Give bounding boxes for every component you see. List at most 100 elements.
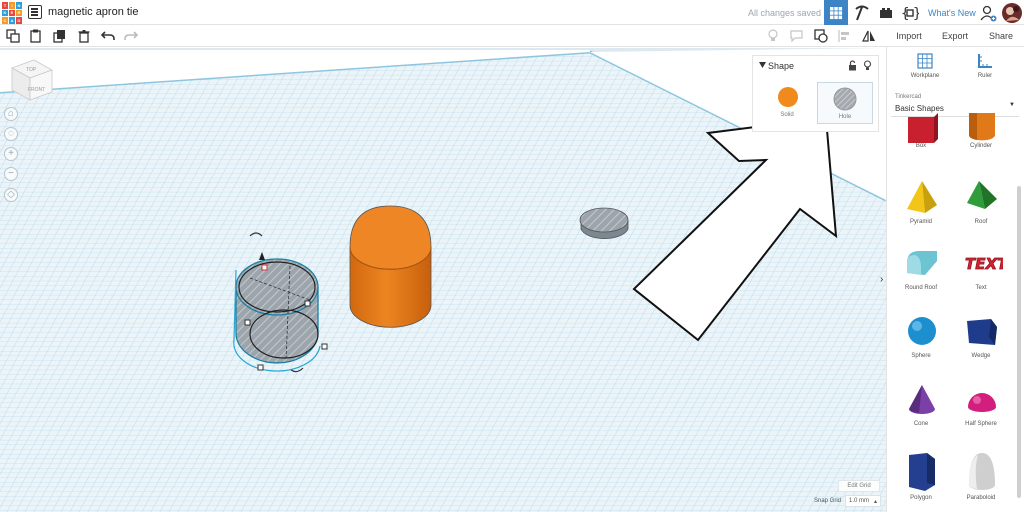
- shape-pyramid[interactable]: Pyramid: [891, 179, 951, 241]
- pickaxe-icon[interactable]: [850, 0, 874, 25]
- polygon-icon: [909, 453, 935, 491]
- collapse-triangle-icon[interactable]: [759, 62, 766, 69]
- logo-letter: R: [16, 9, 22, 16]
- viewcube-front-label: FRONT: [28, 87, 46, 93]
- codeblocks-icon[interactable]: {}: [898, 0, 922, 25]
- shape-sphere[interactable]: Sphere: [891, 315, 951, 377]
- mirror-icon[interactable]: [862, 29, 876, 43]
- library-category: Tinkercad: [895, 94, 922, 100]
- fit-view-icon[interactable]: ◌: [4, 127, 18, 141]
- add-user-icon[interactable]: [976, 0, 1000, 25]
- delete-icon[interactable]: [77, 29, 91, 43]
- comment-icon[interactable]: [790, 29, 804, 43]
- paraboloid-icon: [969, 453, 995, 490]
- logo-letter: T: [2, 2, 8, 9]
- shape-wedge[interactable]: Wedge: [951, 315, 1011, 377]
- panel-scrollbar[interactable]: [1017, 186, 1021, 498]
- shape-round-roof[interactable]: Round Roof: [891, 247, 951, 309]
- light-bulb-icon[interactable]: [863, 60, 872, 71]
- note-light-icon[interactable]: [766, 29, 780, 43]
- whats-new-link[interactable]: What's New: [928, 8, 976, 18]
- inspector-title: Shape: [768, 61, 795, 71]
- file-actions: Import Export Share: [886, 25, 1024, 47]
- box-icon: [908, 113, 938, 143]
- paste-icon[interactable]: [29, 29, 43, 43]
- hole-label: Hole: [838, 114, 852, 120]
- shape-paraboloid[interactable]: Paraboloid: [951, 451, 1011, 512]
- shape-label: Cone: [913, 421, 929, 427]
- shape-label: Text: [975, 285, 987, 291]
- text-shape-glyphs: TEXT: [965, 255, 1003, 273]
- snap-grid-label: Snap Grid: [814, 498, 842, 504]
- workplane-label: Workplane: [910, 73, 940, 79]
- shape-label: Roof: [974, 219, 988, 225]
- small-hole-disc[interactable]: [579, 207, 629, 239]
- text-icon: TEXT: [965, 255, 1003, 274]
- export-button[interactable]: Export: [932, 25, 978, 46]
- shape-cone[interactable]: Cone: [891, 383, 951, 445]
- edit-grid-button[interactable]: Edit Grid: [838, 480, 880, 492]
- wedge-icon: [967, 319, 997, 345]
- shape-polygon[interactable]: Polygon: [891, 451, 951, 512]
- logo-letter: E: [9, 9, 15, 16]
- snap-grid-select[interactable]: 1.0 mm ▴: [845, 495, 881, 507]
- zoom-out-icon[interactable]: −: [4, 167, 18, 181]
- orange-cylinder-shape[interactable]: [349, 205, 432, 328]
- collapse-panel-chevron-icon[interactable]: ›: [880, 274, 883, 285]
- import-button[interactable]: Import: [886, 25, 932, 46]
- copy-icon[interactable]: [6, 29, 20, 43]
- undo-icon[interactable]: [101, 29, 115, 43]
- tinkercad-logo[interactable]: T I N K E R C A D: [2, 2, 22, 24]
- cone-icon: [909, 385, 935, 414]
- hole-option[interactable]: Hole: [817, 82, 873, 124]
- shape-label: Round Roof: [904, 285, 938, 291]
- caret-down-icon: ▼: [1009, 102, 1015, 108]
- design-menu-icon[interactable]: [28, 5, 42, 19]
- zoom-in-icon[interactable]: +: [4, 147, 18, 161]
- shapes-panel: Workplane Ruler Tinkercad Basic Shapes ▼…: [886, 47, 1024, 512]
- avatar[interactable]: [1000, 0, 1024, 25]
- workplane-tool[interactable]: Workplane: [895, 53, 955, 79]
- design-title[interactable]: magnetic apron tie: [48, 6, 139, 18]
- snap-grid-value: 1.0 mm: [849, 498, 870, 504]
- shape-text[interactable]: TEXT Text: [951, 247, 1011, 309]
- shape-label: Polygon: [910, 495, 932, 501]
- redo-icon[interactable]: [124, 29, 138, 43]
- sphere-icon: [908, 317, 936, 345]
- solid-option[interactable]: Solid: [761, 82, 813, 122]
- shape-label: Half Sphere: [965, 421, 997, 427]
- solid-label: Solid: [780, 112, 794, 118]
- save-status: All changes saved: [748, 8, 822, 18]
- logo-letter: N: [16, 2, 22, 9]
- shape-roof[interactable]: Roof: [951, 179, 1011, 241]
- logo-letter: C: [2, 17, 8, 24]
- ruler-icon: [978, 54, 992, 68]
- ruler-label: Ruler: [977, 73, 993, 79]
- shape-label: Wedge: [971, 353, 991, 359]
- bricks-icon[interactable]: [874, 0, 898, 25]
- align-icon[interactable]: [838, 29, 852, 43]
- hole-swatch: [833, 87, 857, 111]
- svg-text:}: }: [913, 6, 919, 21]
- panel-tools: Workplane Ruler: [887, 47, 1024, 87]
- group-icon[interactable]: [814, 29, 828, 43]
- edit-toolbar: [0, 25, 886, 47]
- library-name: Basic Shapes: [895, 104, 944, 113]
- shape-half-sphere[interactable]: Half Sphere: [951, 383, 1011, 445]
- shape-label: Box: [915, 143, 927, 149]
- top-bar: T I N K E R C A D magnetic apron tie All…: [0, 0, 1024, 25]
- home-view-icon[interactable]: ⌂: [4, 107, 18, 121]
- tinkercad-editor: T I N K E R C A D magnetic apron tie All…: [0, 0, 1024, 512]
- shape-cylinder[interactable]: Cylinder: [951, 113, 1011, 175]
- ruler-tool[interactable]: Ruler: [955, 53, 1015, 79]
- solid-color-swatch: [778, 87, 798, 107]
- lock-icon[interactable]: [848, 60, 857, 71]
- ortho-view-icon[interactable]: ◇: [4, 188, 18, 202]
- shape-label: Sphere: [911, 353, 931, 359]
- 3d-view-grid-icon[interactable]: [824, 0, 848, 25]
- pyramid-icon: [907, 181, 937, 213]
- shape-box[interactable]: Box: [891, 113, 951, 175]
- share-button[interactable]: Share: [978, 25, 1024, 46]
- duplicate-icon[interactable]: [53, 29, 67, 43]
- logo-letter: I: [9, 2, 15, 9]
